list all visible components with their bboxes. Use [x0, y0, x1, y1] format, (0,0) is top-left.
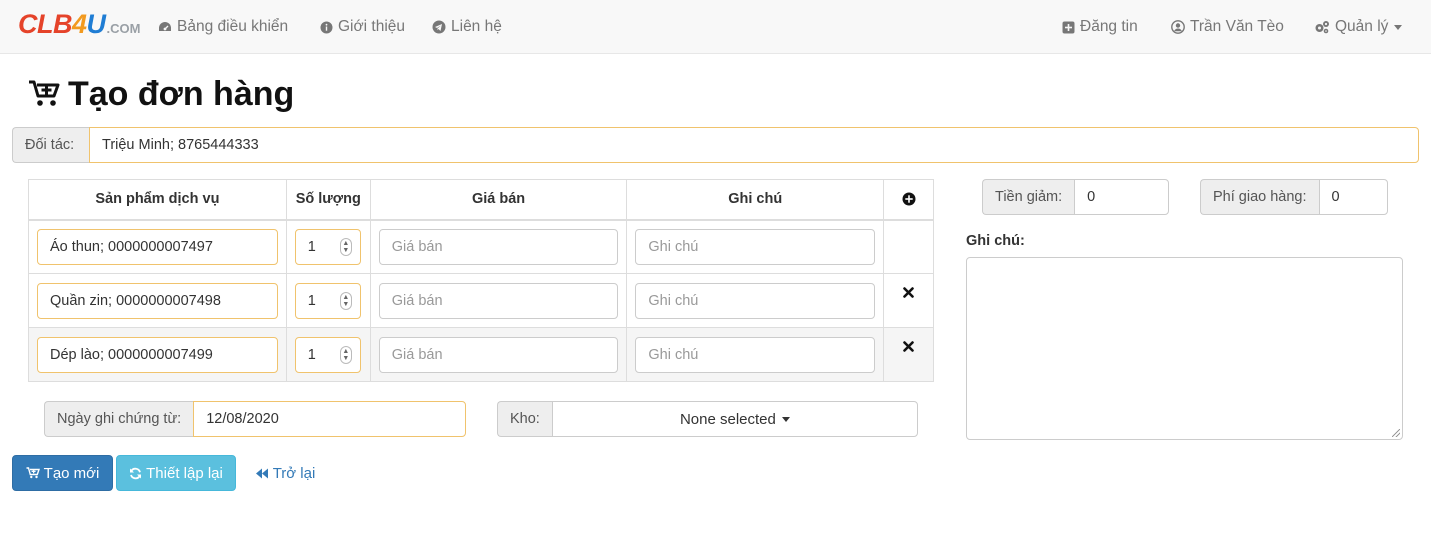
- price-placeholder: Giá bán: [391, 238, 443, 255]
- plus-circle-icon: [902, 192, 915, 206]
- caret-down-icon: [1394, 24, 1403, 30]
- refresh-icon: [130, 467, 142, 479]
- user-circle-icon: [1171, 20, 1185, 34]
- nav-post-label: Đăng tin: [1080, 18, 1138, 35]
- header-note: Ghi chú: [626, 179, 885, 221]
- back-link-label: Trở lại: [272, 464, 316, 482]
- discount-input[interactable]: 0: [1074, 179, 1169, 215]
- shipping-label: Phí giao hàng:: [1200, 179, 1319, 215]
- quantity-value: 1: [307, 346, 316, 363]
- brand-suffix: .COM: [106, 21, 141, 36]
- warehouse-label: Kho:: [497, 401, 552, 437]
- page-title-text: Tạo đơn hàng: [68, 74, 295, 113]
- brand-logo[interactable]: CLB4U .COM: [18, 9, 140, 43]
- nav-post[interactable]: Đăng tin: [1062, 16, 1138, 38]
- quantity-stepper[interactable]: 1 ▲ ▼: [294, 336, 361, 373]
- brand-text: CLB4U: [18, 9, 106, 39]
- create-button[interactable]: Tạo mới: [12, 455, 113, 491]
- caret-down-icon: [781, 416, 790, 422]
- shopping-cart-icon: [29, 80, 60, 106]
- product-input[interactable]: Dép lào; 0000000007499: [37, 336, 278, 373]
- nav-manage-label: Quản lý: [1335, 18, 1389, 35]
- price-input[interactable]: Giá bán: [378, 282, 619, 319]
- price-placeholder: Giá bán: [391, 292, 443, 309]
- note-input[interactable]: Ghi chú: [635, 228, 876, 265]
- partner-input[interactable]: Triệu Minh; 8765444333: [89, 127, 1419, 163]
- warehouse-select[interactable]: None selected: [551, 401, 918, 437]
- note-input[interactable]: Ghi chú: [635, 336, 876, 373]
- price-placeholder: Giá bán: [391, 346, 443, 363]
- cart-plus-icon: [26, 467, 40, 479]
- partner-label: Đối tác:: [12, 127, 89, 163]
- price-input[interactable]: Giá bán: [378, 336, 619, 373]
- nav-contact[interactable]: Liên hệ: [432, 16, 502, 38]
- remove-row-button[interactable]: [883, 327, 934, 382]
- resize-grip-icon[interactable]: [1392, 429, 1400, 437]
- info-circle-icon: [320, 21, 333, 33]
- table-row: Áo thun; 0000000007497 1 ▲ ▼ Giá bán Ghi c…: [28, 219, 934, 274]
- nav-dashboard-label: Bảng điều khiển: [177, 18, 289, 35]
- reset-button[interactable]: Thiết lập lại: [116, 455, 236, 491]
- remove-icon: [903, 340, 914, 352]
- warehouse-group: Kho: None selected: [497, 401, 918, 437]
- spinner-icon[interactable]: ▲ ▼: [339, 345, 352, 364]
- add-row-button[interactable]: [883, 179, 934, 221]
- create-button-label: Tạo mới: [43, 464, 100, 482]
- note-placeholder: Ghi chú: [648, 238, 699, 255]
- product-input[interactable]: Quần zin; 0000000007498: [37, 282, 278, 319]
- page-title: Tạo đơn hàng: [28, 72, 294, 116]
- note-textarea[interactable]: [966, 257, 1403, 440]
- discount-group: Tiền giảm: 0: [982, 179, 1169, 215]
- header-product: Sản phẩm dịch vụ: [28, 179, 287, 221]
- plus-square-icon: [1062, 21, 1075, 33]
- remove-row-button[interactable]: [883, 273, 934, 328]
- nav-about-label: Giới thiệu: [338, 18, 406, 35]
- table-header-row: Sản phẩm dịch vụ Số lượng Giá bán Ghi ch…: [28, 179, 934, 221]
- table-row: Dép lào; 0000000007499 1 ▲ ▼ Giá bán Ghi c…: [28, 327, 934, 382]
- partner-group: Đối tác: Triệu Minh; 8765444333: [12, 127, 1419, 163]
- product-input[interactable]: Áo thun; 0000000007497: [37, 228, 278, 265]
- nav-user[interactable]: Trần Văn Tèo: [1171, 16, 1284, 38]
- quantity-value: 1: [307, 292, 316, 309]
- reset-button-label: Thiết lập lại: [146, 464, 223, 482]
- spinner-icon[interactable]: ▲ ▼: [339, 291, 352, 310]
- remove-icon: [903, 286, 914, 298]
- voucher-date-label: Ngày ghi chứng từ:: [44, 401, 194, 437]
- voucher-date-input[interactable]: 12/08/2020: [193, 401, 466, 437]
- back-link[interactable]: Trở lại: [254, 455, 316, 491]
- warehouse-select-value: None selected: [679, 410, 776, 428]
- note-placeholder: Ghi chú: [648, 346, 699, 363]
- note-label: Ghi chú:: [966, 233, 1025, 249]
- shipping-group: Phí giao hàng: 0: [1200, 179, 1388, 215]
- discount-label: Tiền giảm:: [982, 179, 1075, 215]
- order-items-table: Sản phẩm dịch vụ Số lượng Giá bán Ghi ch…: [28, 179, 934, 382]
- price-input[interactable]: Giá bán: [378, 228, 619, 265]
- spinner-icon[interactable]: ▲ ▼: [339, 237, 352, 256]
- quantity-value: 1: [307, 238, 316, 255]
- telegram-icon: [432, 20, 446, 34]
- dashboard-icon: [159, 22, 171, 31]
- nav-dashboard[interactable]: Bảng điều khiển: [158, 16, 288, 38]
- voucher-date-group: Ngày ghi chứng từ: 12/08/2020: [44, 401, 466, 437]
- header-price: Giá bán: [369, 179, 628, 221]
- backward-icon: [255, 468, 268, 478]
- navbar: CLB4U .COM Bảng điều khiển Giới thiệu Li…: [0, 0, 1431, 54]
- nav-manage-dropdown[interactable]: Quản lý: [1314, 16, 1403, 38]
- gears-icon: [1315, 21, 1329, 34]
- nav-contact-label: Liên hệ: [451, 18, 502, 35]
- note-placeholder: Ghi chú: [648, 292, 699, 309]
- nav-about[interactable]: Giới thiệu: [320, 16, 405, 38]
- nav-user-label: Trần Văn Tèo: [1190, 18, 1284, 35]
- quantity-stepper[interactable]: 1 ▲ ▼: [294, 282, 361, 319]
- header-quantity: Số lượng: [285, 179, 371, 221]
- table-row: Quần zin; 0000000007498 1 ▲ ▼ Giá bán Ghi …: [28, 273, 934, 328]
- note-input[interactable]: Ghi chú: [635, 282, 876, 319]
- quantity-stepper[interactable]: 1 ▲ ▼: [294, 228, 361, 265]
- shipping-input[interactable]: 0: [1318, 179, 1388, 215]
